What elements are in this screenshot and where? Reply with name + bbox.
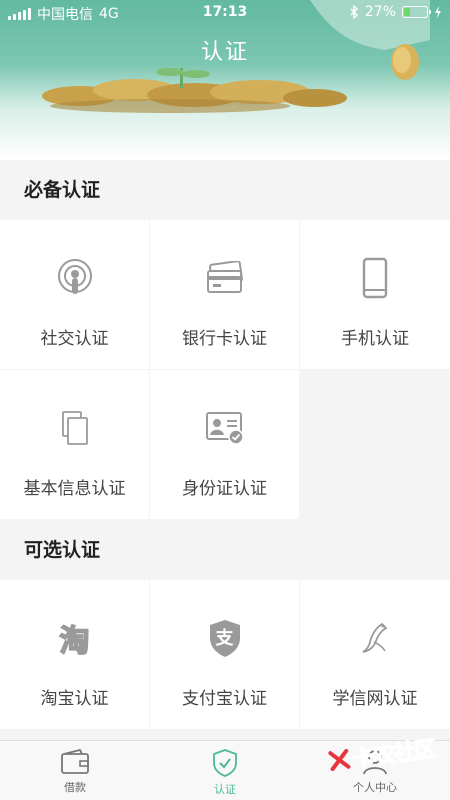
bank-card-icon	[203, 256, 247, 300]
auth-item-label: 社交认证	[40, 329, 109, 349]
id-card-icon	[203, 406, 247, 450]
tab-label: 认证	[214, 783, 236, 796]
tab-label: 借款	[64, 781, 86, 794]
alipay-icon: 支	[203, 616, 247, 660]
social-icon	[53, 256, 97, 300]
battery-level	[404, 8, 411, 16]
battery-icon	[402, 6, 431, 18]
auth-item-label: 手机认证	[341, 329, 409, 349]
auth-item-basic-info[interactable]: 基本信息认证	[0, 370, 149, 519]
shield-check-icon	[213, 749, 237, 777]
auth-item-xuexin[interactable]: 学信网认证	[300, 580, 450, 729]
auth-item-label: 基本信息认证	[23, 479, 126, 499]
tab-loan[interactable]: 借款	[0, 741, 150, 800]
coins-image	[42, 68, 347, 113]
section-title-optional: 可选认证	[0, 520, 450, 580]
tab-auth[interactable]: 认证	[150, 741, 300, 800]
battery-percent: 27%	[364, 4, 396, 20]
auth-item-label: 淘宝认证	[40, 689, 109, 709]
tab-label: 个人中心	[353, 781, 397, 794]
charging-icon	[435, 6, 441, 18]
auth-item-label: 身份证认证	[182, 479, 267, 499]
documents-icon	[53, 406, 97, 450]
optional-auth-grid: 淘 淘宝认证 支 支付宝认证 学信网认证	[0, 580, 450, 729]
xuexin-icon	[353, 616, 397, 660]
status-bar: 中国电信 4G 17:13 27%	[0, 0, 450, 26]
watermark-logo-icon	[328, 748, 351, 772]
bluetooth-icon	[350, 5, 358, 19]
empty-grid-cell	[300, 370, 450, 519]
required-auth-grid: 社交认证 银行卡认证 手机认证 基本信息认证 身份证认证	[0, 220, 450, 519]
auth-item-taobao[interactable]: 淘 淘宝认证	[0, 580, 149, 729]
alipay-glyph: 支	[215, 628, 234, 649]
auth-item-bank-card[interactable]: 银行卡认证	[150, 220, 299, 369]
wallet-icon	[61, 749, 89, 774]
phone-icon	[353, 256, 397, 300]
auth-item-label: 学信网认证	[332, 689, 418, 709]
auth-item-label: 银行卡认证	[182, 329, 267, 349]
taobao-glyph: 淘	[59, 623, 91, 660]
auth-item-label: 支付宝认证	[182, 689, 267, 709]
auth-item-alipay[interactable]: 支 支付宝认证	[150, 580, 299, 729]
taobao-icon: 淘	[53, 616, 97, 660]
section-title-required: 必备认证	[0, 160, 450, 220]
auth-item-phone[interactable]: 手机认证	[300, 220, 450, 369]
auth-item-id-card[interactable]: 身份证认证	[150, 370, 299, 519]
auth-item-social[interactable]: 社交认证	[0, 220, 149, 369]
page-title: 认证	[200, 40, 249, 65]
